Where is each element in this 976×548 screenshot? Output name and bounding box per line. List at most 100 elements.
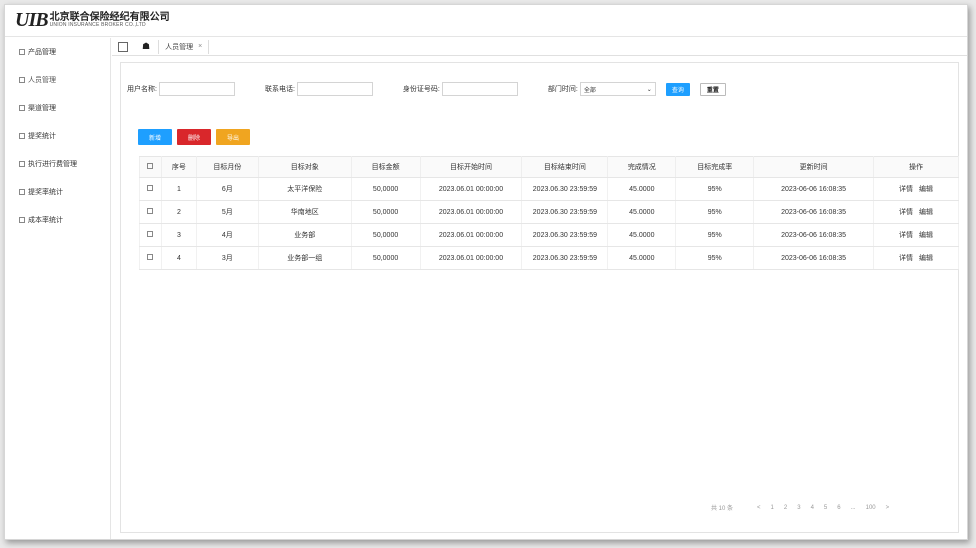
total-count: 共 10 条: [711, 506, 734, 512]
row-checkbox[interactable]: [147, 208, 154, 214]
add-button[interactable]: 新增: [138, 129, 172, 145]
table-cell: 95%: [675, 177, 755, 201]
table-cell: 95%: [675, 200, 755, 224]
logo-mark: UIB: [15, 9, 49, 31]
table-header-row: 序号 目标月份 目标对象 目标金额 目标开始时间 目标结束时间 完成情况 目标完…: [139, 156, 959, 178]
page-2[interactable]: 2: [784, 505, 787, 511]
detail-link[interactable]: 详情: [899, 209, 913, 216]
col-header: 序号: [160, 156, 197, 178]
page-1[interactable]: 1: [771, 505, 774, 511]
table-cell: 50,0000: [350, 223, 421, 247]
row-select-cell: [139, 200, 162, 224]
next-page-button[interactable]: >: [886, 505, 890, 511]
page-4[interactable]: 4: [811, 505, 814, 511]
row-checkbox[interactable]: [147, 231, 154, 237]
folder-icon: [19, 77, 25, 83]
table-cell: 3: [160, 223, 197, 247]
table-row: 3 4月 业务部 50,0000 2023.06.01 00:00:00 202…: [139, 223, 959, 247]
row-actions: 详情 编辑: [873, 177, 959, 201]
pagination: 共 10 条 < 1 2 3 4 5 6 ... 100 >: [711, 503, 890, 513]
table-cell: 45.0000: [607, 246, 677, 270]
home-icon[interactable]: ☗: [142, 41, 150, 52]
table-cell: 太平洋保险: [257, 177, 352, 201]
page-6[interactable]: 6: [837, 505, 840, 511]
sidebar-item-personnel[interactable]: 人员管理: [5, 66, 110, 94]
tab-bar: ☗ 人员管理 ×: [112, 38, 967, 56]
table-cell: 5月: [195, 200, 259, 224]
sidebar-item-execution-fees[interactable]: 执行进行费管理: [5, 150, 110, 178]
table-cell: 95%: [675, 223, 755, 247]
user-name-label: 用户名称:: [127, 86, 157, 93]
id-number-input[interactable]: [441, 82, 518, 96]
table-cell: 45.0000: [607, 177, 677, 201]
table-cell: 95%: [675, 246, 755, 270]
export-button[interactable]: 导出: [216, 129, 250, 145]
col-header: 目标结束时间: [521, 156, 609, 178]
row-checkbox[interactable]: [147, 185, 154, 191]
tab-personnel[interactable]: 人员管理 ×: [158, 39, 210, 54]
sidebar-item-label: 执行进行费管理: [28, 161, 77, 168]
phone-input[interactable]: [296, 82, 373, 96]
table-cell: 2023.06.30 23:59:59: [521, 223, 609, 247]
logo-text: 北京联合保险经纪有限公司 UNION INSURANCE BROKER CO.,…: [50, 13, 170, 28]
folder-icon: [19, 49, 25, 55]
user-name-input[interactable]: [158, 82, 235, 96]
id-number-label: 身份证号码:: [402, 86, 440, 93]
table-cell: 50,0000: [350, 177, 421, 201]
table-row: 2 5月 华南地区 50,0000 2023.06.01 00:00:00 20…: [139, 200, 959, 224]
date-select[interactable]: 全部 ⌄: [579, 82, 656, 96]
sidebar-item-commission-stats[interactable]: 提奖统计: [5, 122, 110, 150]
page-3[interactable]: 3: [797, 505, 800, 511]
table-row: 4 3月 业务部一组 50,0000 2023.06.01 00:00:00 2…: [139, 246, 959, 270]
table-cell: 45.0000: [607, 200, 677, 224]
table-cell: 4: [160, 246, 197, 270]
detail-link[interactable]: 详情: [899, 255, 913, 262]
edit-link[interactable]: 编辑: [919, 255, 933, 262]
edit-link[interactable]: 编辑: [919, 209, 933, 216]
sidebar-item-commission-rate[interactable]: 提奖率统计: [5, 178, 110, 206]
select-all-checkbox[interactable]: [147, 163, 154, 169]
sidebar-item-products[interactable]: 产品管理: [5, 38, 110, 66]
reset-button[interactable]: 重置: [699, 82, 726, 96]
table-cell: 2023.06.01 00:00:00: [419, 200, 523, 224]
row-actions: 详情 编辑: [873, 246, 959, 270]
table-cell: 2023.06.01 00:00:00: [419, 223, 523, 247]
action-bar: 新增 删除 导出: [138, 129, 250, 145]
table-cell: 45.0000: [607, 223, 677, 247]
sidebar-item-channels[interactable]: 渠道管理: [5, 94, 110, 122]
prev-page-button[interactable]: <: [757, 505, 761, 511]
sidebar-item-cost-rate[interactable]: 成本率统计: [5, 206, 110, 234]
detail-link[interactable]: 详情: [899, 232, 913, 239]
page-ellipsis: ...: [850, 504, 856, 511]
edit-link[interactable]: 编辑: [919, 232, 933, 239]
select-all-cell: [139, 156, 162, 178]
main-content: 用户名称: 联系电话: 身份证号码: 部门时间: 全部 ⌄ 查询 重置 新增 删…: [120, 62, 959, 533]
row-select-cell: [139, 177, 162, 201]
logo-company-en: UNION INSURANCE BROKER CO.,LTD: [49, 22, 146, 28]
page-5[interactable]: 5: [824, 505, 827, 511]
folder-icon: [19, 105, 25, 111]
col-header: 目标对象: [257, 156, 352, 178]
col-header: 更新时间: [753, 156, 875, 178]
sidebar-item-label: 提奖统计: [28, 133, 56, 140]
row-select-cell: [139, 246, 162, 270]
table-cell: 2023.06.30 23:59:59: [521, 246, 609, 270]
app-window: UIB 北京联合保险经纪有限公司 UNION INSURANCE BROKER …: [4, 4, 968, 540]
page-last[interactable]: 100: [866, 505, 876, 511]
folder-icon: [19, 133, 25, 139]
table-cell: 2023.06.30 23:59:59: [521, 177, 609, 201]
close-icon[interactable]: ×: [198, 43, 202, 50]
sidebar-item-label: 提奖率统计: [28, 189, 63, 196]
search-button[interactable]: 查询: [665, 82, 690, 96]
edit-link[interactable]: 编辑: [919, 186, 933, 193]
table-cell: 50,0000: [350, 200, 421, 224]
sidebar-toggle-icon[interactable]: [118, 41, 128, 52]
table-cell: 2: [160, 200, 197, 224]
table-cell: 业务部一组: [257, 246, 352, 270]
detail-link[interactable]: 详情: [899, 186, 913, 193]
delete-button[interactable]: 删除: [177, 129, 211, 145]
col-header: 目标金额: [350, 156, 421, 178]
row-checkbox[interactable]: [147, 254, 154, 260]
select-value: 全部: [583, 87, 596, 94]
table-cell: 业务部: [257, 223, 352, 247]
